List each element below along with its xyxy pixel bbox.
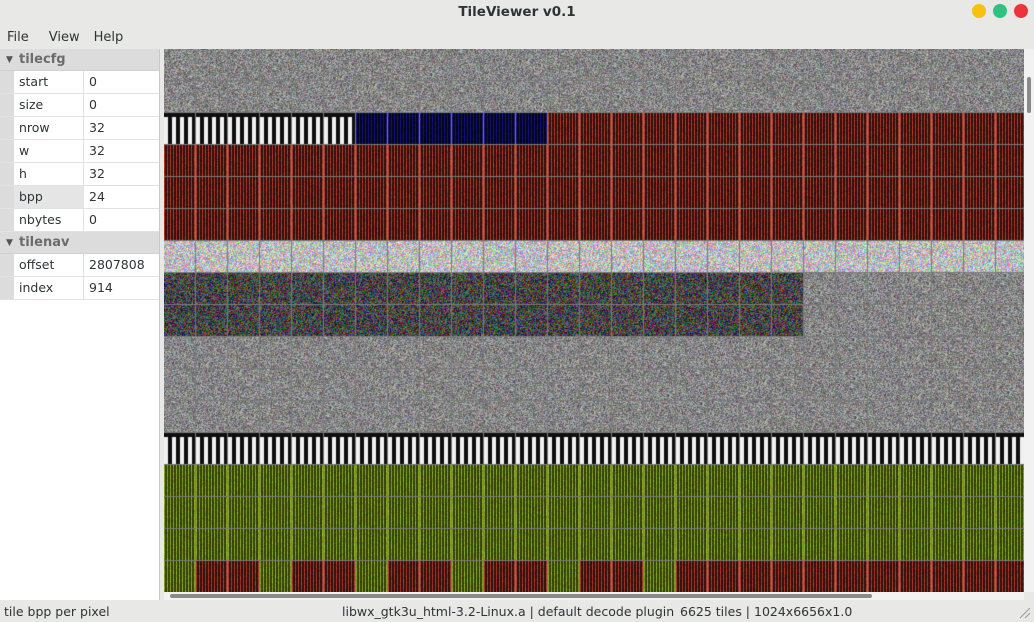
menu-help[interactable]: Help	[87, 30, 131, 45]
property-row-start[interactable]: start 0	[0, 71, 159, 94]
property-row-index[interactable]: index 914	[0, 277, 159, 300]
close-button[interactable]	[1014, 4, 1028, 18]
status-plugin: libwx_gtk3u_html-3.2-Linux.a | default d…	[342, 604, 675, 619]
property-name: w	[14, 140, 84, 162]
property-value-nbytes[interactable]: 0	[84, 209, 159, 231]
property-row-h[interactable]: h 32	[0, 163, 159, 186]
property-name: bpp	[14, 186, 84, 208]
status-bar: tile bpp per pixel libwx_gtk3u_html-3.2-…	[0, 601, 1034, 622]
collapse-triangle-icon[interactable]: ▼	[0, 238, 19, 248]
property-value-bpp[interactable]: 24	[84, 186, 159, 208]
menu-file[interactable]: File	[0, 30, 36, 45]
property-grid: ▼ tilecfg start 0 size 0 nrow 32 w 32 h 32 bp…	[0, 49, 160, 600]
property-name: h	[14, 163, 84, 185]
category-tilecfg[interactable]: ▼ tilecfg	[0, 49, 159, 71]
property-name: offset	[14, 254, 84, 276]
property-row-nrow[interactable]: nrow 32	[0, 117, 159, 140]
category-tilenav[interactable]: ▼ tilenav	[0, 232, 159, 254]
collapse-triangle-icon[interactable]: ▼	[0, 55, 19, 65]
maximize-button[interactable]	[993, 4, 1007, 18]
property-name: start	[14, 71, 84, 93]
menu-view[interactable]: View	[42, 30, 87, 45]
title-bar: TileViewer v0.1	[0, 0, 1034, 24]
property-row-bpp[interactable]: bpp 24	[0, 186, 159, 209]
property-name: nrow	[14, 117, 84, 139]
window-title: TileViewer v0.1	[458, 4, 576, 20]
category-label: tilecfg	[19, 52, 66, 67]
property-value-h[interactable]: 32	[84, 163, 159, 185]
menu-bar: File View Help	[0, 26, 1034, 48]
property-value-size[interactable]: 0	[84, 94, 159, 116]
property-value-start[interactable]: 0	[84, 71, 159, 93]
category-label: tilenav	[19, 235, 70, 250]
property-name: size	[14, 94, 84, 116]
tile-grid-image[interactable]	[164, 49, 1024, 592]
property-name: nbytes	[14, 209, 84, 231]
property-row-offset[interactable]: offset 2807808	[0, 254, 159, 277]
property-row-size[interactable]: size 0	[0, 94, 159, 117]
minimize-button[interactable]	[972, 4, 986, 18]
vertical-scroll-thumb[interactable]	[1027, 77, 1031, 113]
property-name: index	[14, 277, 84, 299]
property-row-w[interactable]: w 32	[0, 140, 159, 163]
status-info: 6625 tiles | 1024x6656x1.0	[680, 604, 853, 619]
window-controls	[972, 4, 1028, 18]
horizontal-scrollbar[interactable]	[164, 592, 1024, 600]
tile-canvas[interactable]	[164, 49, 1024, 592]
resize-grip-icon[interactable]	[1017, 605, 1031, 619]
horizontal-scroll-thumb[interactable]	[170, 594, 872, 598]
property-value-offset[interactable]: 2807808	[84, 254, 159, 276]
property-value-index[interactable]: 914	[84, 277, 159, 299]
property-row-nbytes[interactable]: nbytes 0	[0, 209, 159, 232]
property-value-w[interactable]: 32	[84, 140, 159, 162]
property-value-nrow[interactable]: 32	[84, 117, 159, 139]
status-hint: tile bpp per pixel	[4, 604, 110, 619]
vertical-scrollbar[interactable]	[1024, 49, 1034, 592]
